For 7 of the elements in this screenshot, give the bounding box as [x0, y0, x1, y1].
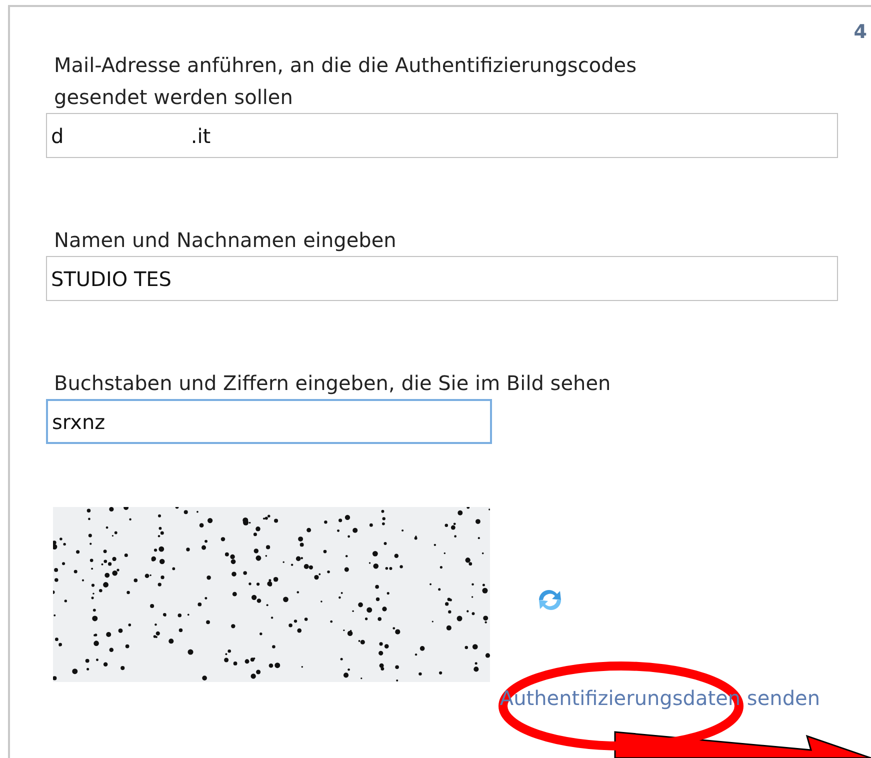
field-label: Mail-Adresse anführen, an die die Authentifizierungscodes gesendet werden sollen: [53, 52, 638, 111]
page-number: 4: [852, 21, 868, 43]
field-label: Buchstaben und Ziffern eingeben, die Sie im Bild sehen: [53, 370, 612, 397]
input-field[interactable]: STUDIO TES: [46, 256, 838, 301]
input-field[interactable]: srxnz: [46, 399, 492, 444]
field-label: Namen und Nachnamen eingeben: [53, 227, 398, 254]
input-field[interactable]: d .it: [46, 113, 838, 158]
